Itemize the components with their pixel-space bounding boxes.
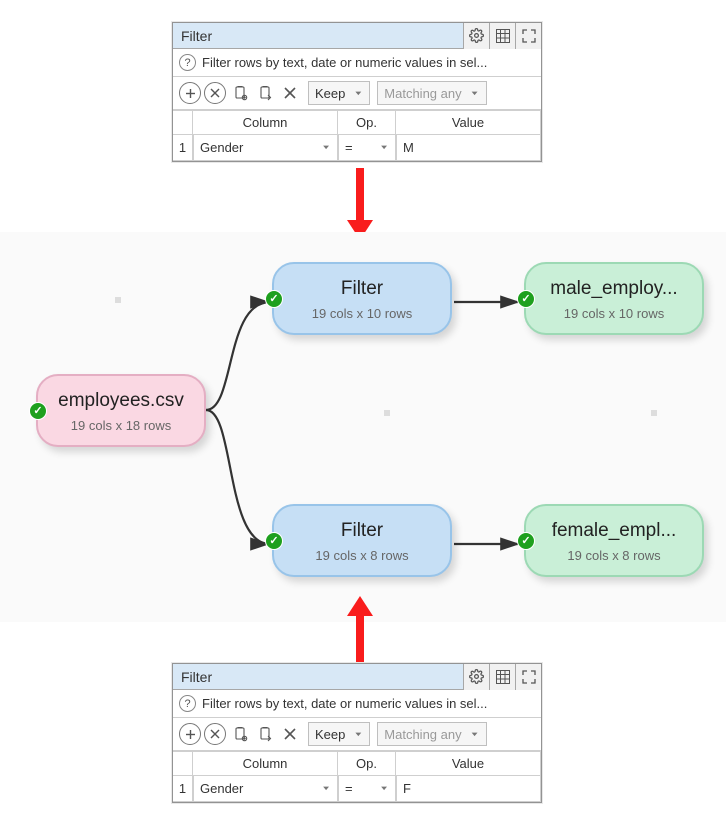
match-select[interactable]: Matching any ▼ <box>377 81 486 105</box>
panel-title: Filter <box>173 669 463 685</box>
dropdown-icon: ▼ <box>353 731 363 738</box>
panel-help-text: Filter rows by text, date or numeric val… <box>202 55 487 70</box>
value-text: F <box>403 781 411 796</box>
filter-panel-bottom: Filter ? Filter rows by text, date or nu… <box>172 663 542 803</box>
op-cell[interactable]: = ▼ <box>338 135 396 161</box>
paste-icon[interactable] <box>254 82 276 104</box>
node-subtitle: 19 cols x 8 rows <box>544 548 684 563</box>
gear-icon[interactable] <box>463 23 489 49</box>
node-subtitle: 19 cols x 18 rows <box>56 418 186 433</box>
expand-icon[interactable] <box>515 23 541 49</box>
match-select[interactable]: Matching any ▼ <box>377 722 486 746</box>
dropdown-icon: ▼ <box>379 785 389 792</box>
expand-icon[interactable] <box>515 664 541 690</box>
gear-icon[interactable] <box>463 664 489 690</box>
dropdown-icon: ▼ <box>379 144 389 151</box>
check-icon: ✓ <box>29 402 47 420</box>
dropdown-icon: ▼ <box>470 90 480 97</box>
col-header-value: Value <box>396 751 541 776</box>
panel-grid: Column Op. Value 1 Gender ▼ = ▼ M <box>173 110 541 161</box>
check-icon: ✓ <box>517 532 535 550</box>
keep-select[interactable]: Keep ▼ <box>308 722 370 746</box>
op-cell[interactable]: = ▼ <box>338 776 396 802</box>
match-select-label: Matching any <box>384 727 461 742</box>
panel-titlebar: Filter <box>173 23 541 49</box>
row-number: 1 <box>173 135 193 161</box>
dropdown-icon: ▼ <box>321 144 331 151</box>
col-header-op: Op. <box>338 110 396 135</box>
grid-icon[interactable] <box>489 664 515 690</box>
node-female-output[interactable]: ✓ female_empl... 19 cols x 8 rows <box>524 504 704 577</box>
clear-icon[interactable] <box>204 723 226 745</box>
node-title: female_empl... <box>544 520 684 542</box>
panel-toolbar: Keep ▼ Matching any ▼ <box>173 77 541 110</box>
node-title: Filter <box>292 278 432 300</box>
keep-select-label: Keep <box>315 86 345 101</box>
node-title: Filter <box>292 520 432 542</box>
panel-grid: Column Op. Value 1 Gender ▼ = ▼ F <box>173 751 541 802</box>
copy-icon[interactable] <box>229 82 251 104</box>
row-number: 1 <box>173 776 193 802</box>
value-text: M <box>403 140 414 155</box>
dropdown-icon: ▼ <box>470 731 480 738</box>
help-icon[interactable]: ? <box>179 54 196 71</box>
copy-icon[interactable] <box>229 723 251 745</box>
delete-icon[interactable] <box>279 723 301 745</box>
node-title: male_employ... <box>544 278 684 300</box>
col-header-value: Value <box>396 110 541 135</box>
clear-icon[interactable] <box>204 82 226 104</box>
panel-help: ? Filter rows by text, date or numeric v… <box>173 49 541 77</box>
column-cell[interactable]: Gender ▼ <box>193 776 338 802</box>
paste-icon[interactable] <box>254 723 276 745</box>
keep-select-label: Keep <box>315 727 345 742</box>
arrow-down <box>350 168 370 240</box>
panel-toolbar: Keep ▼ Matching any ▼ <box>173 718 541 751</box>
panel-title: Filter <box>173 28 463 44</box>
panel-help-text: Filter rows by text, date or numeric val… <box>202 696 487 711</box>
check-icon: ✓ <box>265 290 283 308</box>
check-icon: ✓ <box>517 290 535 308</box>
node-subtitle: 19 cols x 10 rows <box>544 306 684 321</box>
node-filter-top[interactable]: ✓ Filter 19 cols x 10 rows <box>272 262 452 335</box>
plus-icon[interactable] <box>179 723 201 745</box>
node-employees[interactable]: ✓ employees.csv 19 cols x 18 rows <box>36 374 206 447</box>
op-value: = <box>345 140 353 155</box>
panel-help: ? Filter rows by text, date or numeric v… <box>173 690 541 718</box>
col-header-blank <box>173 751 193 776</box>
delete-icon[interactable] <box>279 82 301 104</box>
check-icon: ✓ <box>265 532 283 550</box>
value-cell[interactable]: F <box>396 776 541 802</box>
dropdown-icon: ▼ <box>321 785 331 792</box>
filter-panel-top: Filter ? Filter rows by text, date or nu… <box>172 22 542 162</box>
value-cell[interactable]: M <box>396 135 541 161</box>
col-header-blank <box>173 110 193 135</box>
column-value: Gender <box>200 140 243 155</box>
arrow-up <box>350 596 370 668</box>
plus-icon[interactable] <box>179 82 201 104</box>
grid-icon[interactable] <box>489 23 515 49</box>
dropdown-icon: ▼ <box>353 90 363 97</box>
col-header-op: Op. <box>338 751 396 776</box>
node-subtitle: 19 cols x 10 rows <box>292 306 432 321</box>
match-select-label: Matching any <box>384 86 461 101</box>
column-cell[interactable]: Gender ▼ <box>193 135 338 161</box>
node-filter-bottom[interactable]: ✓ Filter 19 cols x 8 rows <box>272 504 452 577</box>
panel-titlebar: Filter <box>173 664 541 690</box>
column-value: Gender <box>200 781 243 796</box>
col-header-column: Column <box>193 110 338 135</box>
col-header-column: Column <box>193 751 338 776</box>
flow-canvas: ✓ employees.csv 19 cols x 18 rows ✓ Filt… <box>0 232 726 622</box>
op-value: = <box>345 781 353 796</box>
help-icon[interactable]: ? <box>179 695 196 712</box>
keep-select[interactable]: Keep ▼ <box>308 81 370 105</box>
node-male-output[interactable]: ✓ male_employ... 19 cols x 10 rows <box>524 262 704 335</box>
node-title: employees.csv <box>56 390 186 412</box>
node-subtitle: 19 cols x 8 rows <box>292 548 432 563</box>
